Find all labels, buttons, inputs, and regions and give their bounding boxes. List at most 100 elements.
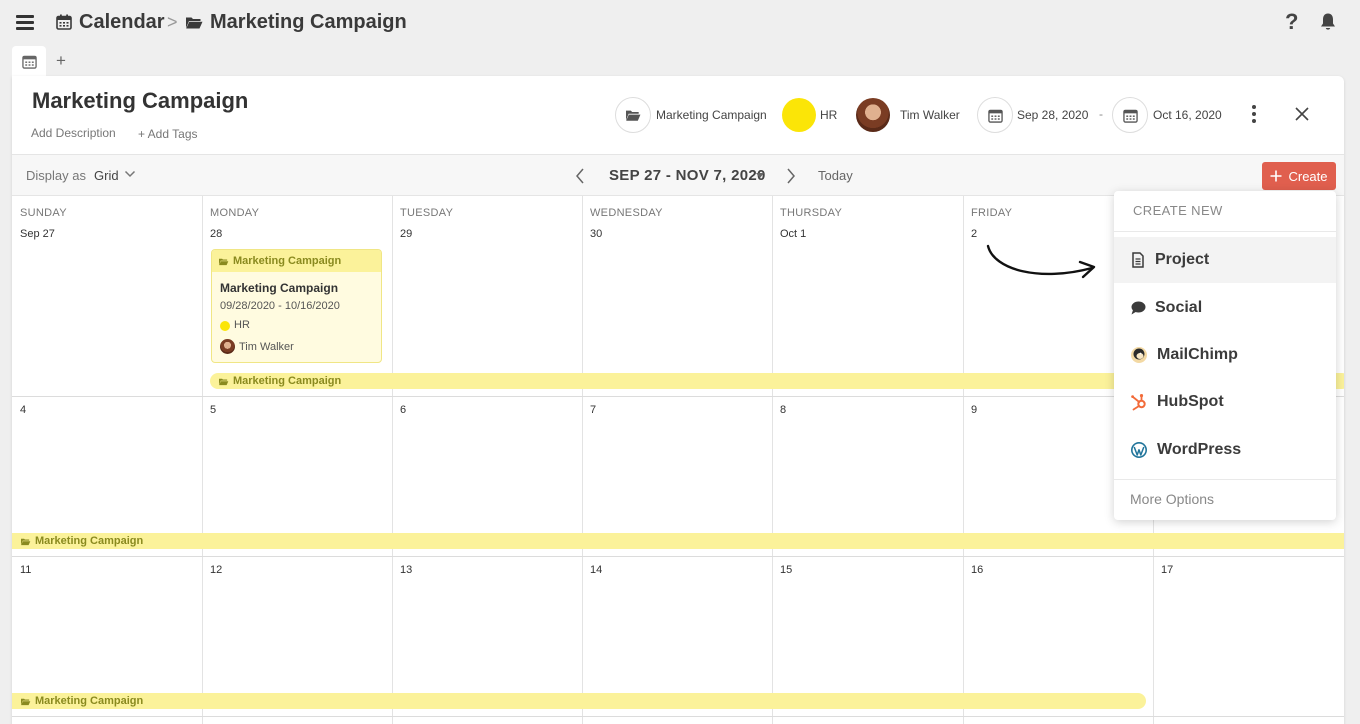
- calendar-toolbar: Display as Grid SEP 27 - NOV 7, 2020 Tod…: [12, 154, 1344, 196]
- calendar-icon: [987, 109, 1003, 123]
- breadcrumb-separator: >: [167, 12, 178, 32]
- team-color-dot[interactable]: [782, 98, 816, 132]
- weekday-header: FRIDAY: [971, 207, 1013, 219]
- start-date-button[interactable]: [977, 97, 1013, 133]
- week-divider: [12, 716, 1344, 717]
- day-number[interactable]: 2: [971, 228, 977, 240]
- document-icon: [1132, 252, 1144, 268]
- folder-button[interactable]: [615, 97, 651, 133]
- create-new-dropdown: CREATE NEW Project Social MailChimp HubS…: [1114, 191, 1336, 520]
- day-number[interactable]: 16: [971, 564, 983, 576]
- dropdown-item-label: MailChimp: [1157, 346, 1238, 363]
- weekday-header: WEDNESDAY: [590, 207, 663, 219]
- pointer-arrow-annotation: [986, 244, 1096, 279]
- view-select[interactable]: Grid: [94, 168, 119, 183]
- calendar-icon: [21, 55, 37, 69]
- dropdown-header: CREATE NEW: [1133, 203, 1223, 218]
- day-number[interactable]: 9: [971, 404, 977, 416]
- campaign-band[interactable]: Marketing Campaign: [12, 693, 1146, 709]
- folder-name[interactable]: Marketing Campaign: [656, 108, 767, 122]
- mailchimp-icon: [1131, 347, 1147, 363]
- avatar: [220, 339, 235, 354]
- day-number[interactable]: 4: [20, 404, 26, 416]
- calendar-icon: [56, 14, 72, 30]
- chevron-left-icon[interactable]: [574, 167, 586, 185]
- add-tab-button[interactable]: +: [56, 51, 66, 71]
- create-button-label: Create: [1288, 168, 1328, 184]
- folder-icon: [21, 538, 31, 545]
- weekday-header: SUNDAY: [20, 207, 67, 219]
- folder-icon: [626, 110, 641, 121]
- add-tags-link[interactable]: + Add Tags: [138, 127, 198, 141]
- day-number[interactable]: 5: [210, 404, 216, 416]
- dropdown-item-label: Social: [1155, 299, 1203, 316]
- create-social-item[interactable]: Social: [1114, 285, 1336, 331]
- dropdown-item-label: WordPress: [1157, 441, 1242, 458]
- event-card-owner: Tim Walker: [239, 341, 294, 353]
- hubspot-icon: [1131, 394, 1146, 411]
- day-number[interactable]: 8: [780, 404, 786, 416]
- event-card-dates: 09/28/2020 - 10/16/2020: [220, 300, 340, 312]
- week-divider: [12, 556, 1344, 557]
- create-button[interactable]: Create: [1262, 162, 1336, 190]
- column-divider: [392, 196, 393, 724]
- day-number[interactable]: 13: [400, 564, 412, 576]
- create-wordpress-item[interactable]: WordPress: [1114, 427, 1336, 473]
- event-card-title: Marketing Campaign: [220, 281, 339, 295]
- weekday-header: TUESDAY: [400, 207, 454, 219]
- chevron-right-icon[interactable]: [785, 167, 797, 185]
- display-as-label: Display as: [26, 168, 86, 183]
- event-card-team: HR: [234, 319, 250, 331]
- tab-calendar[interactable]: [12, 46, 46, 76]
- plus-icon: [1270, 170, 1282, 182]
- today-button[interactable]: Today: [818, 168, 853, 183]
- column-divider: [202, 196, 203, 724]
- breadcrumb-marketing-campaign: Marketing Campaign: [210, 11, 407, 33]
- avatar[interactable]: [856, 98, 890, 132]
- end-date-button[interactable]: [1112, 97, 1148, 133]
- day-number[interactable]: 14: [590, 564, 602, 576]
- team-name[interactable]: HR: [820, 108, 837, 122]
- day-number[interactable]: 15: [780, 564, 792, 576]
- folder-icon: [21, 698, 31, 705]
- owner-name[interactable]: Tim Walker: [900, 108, 960, 122]
- kebab-icon[interactable]: [1252, 105, 1256, 123]
- close-icon[interactable]: [1295, 107, 1309, 121]
- campaign-band[interactable]: Marketing Campaign: [12, 533, 1344, 549]
- date-separator: -: [1099, 107, 1103, 121]
- create-project-item[interactable]: Project: [1114, 237, 1336, 283]
- create-hubspot-item[interactable]: HubSpot: [1114, 379, 1336, 425]
- chevron-down-icon[interactable]: [124, 169, 136, 179]
- day-number[interactable]: 29: [400, 228, 412, 240]
- date-range-label[interactable]: SEP 27 - NOV 7, 2020: [609, 167, 766, 184]
- day-number[interactable]: 7: [590, 404, 596, 416]
- event-card[interactable]: Marketing Campaign Marketing Campaign 09…: [211, 249, 382, 363]
- help-icon[interactable]: ?: [1285, 9, 1298, 35]
- team-color-dot: [220, 321, 230, 331]
- breadcrumb-calendar[interactable]: Calendar: [79, 11, 165, 34]
- event-card-folder: Marketing Campaign: [233, 255, 342, 267]
- add-description-link[interactable]: Add Description: [31, 126, 116, 140]
- more-options-link[interactable]: More Options: [1130, 491, 1214, 507]
- day-number[interactable]: Sep 27: [20, 228, 55, 240]
- folder-icon: [186, 17, 203, 29]
- campaign-band-label: Marketing Campaign: [233, 375, 342, 387]
- day-number[interactable]: 11: [20, 564, 31, 576]
- dropdown-item-label: HubSpot: [1157, 393, 1224, 410]
- bell-icon[interactable]: [1319, 12, 1337, 32]
- start-date[interactable]: Sep 28, 2020: [1017, 108, 1088, 122]
- column-divider: [963, 196, 964, 724]
- day-number[interactable]: 28: [210, 228, 222, 240]
- end-date[interactable]: Oct 16, 2020: [1153, 108, 1222, 122]
- day-number[interactable]: 6: [400, 404, 406, 416]
- create-mailchimp-item[interactable]: MailChimp: [1114, 332, 1336, 378]
- menu-icon[interactable]: [16, 15, 34, 30]
- day-number[interactable]: 12: [210, 564, 222, 576]
- weekday-header: THURSDAY: [780, 207, 843, 219]
- day-number[interactable]: Oct 1: [780, 228, 806, 240]
- day-number[interactable]: 30: [590, 228, 602, 240]
- caret-down-icon[interactable]: [756, 173, 764, 179]
- day-number[interactable]: 17: [1161, 564, 1173, 576]
- wordpress-icon: [1131, 442, 1147, 458]
- column-divider: [582, 196, 583, 724]
